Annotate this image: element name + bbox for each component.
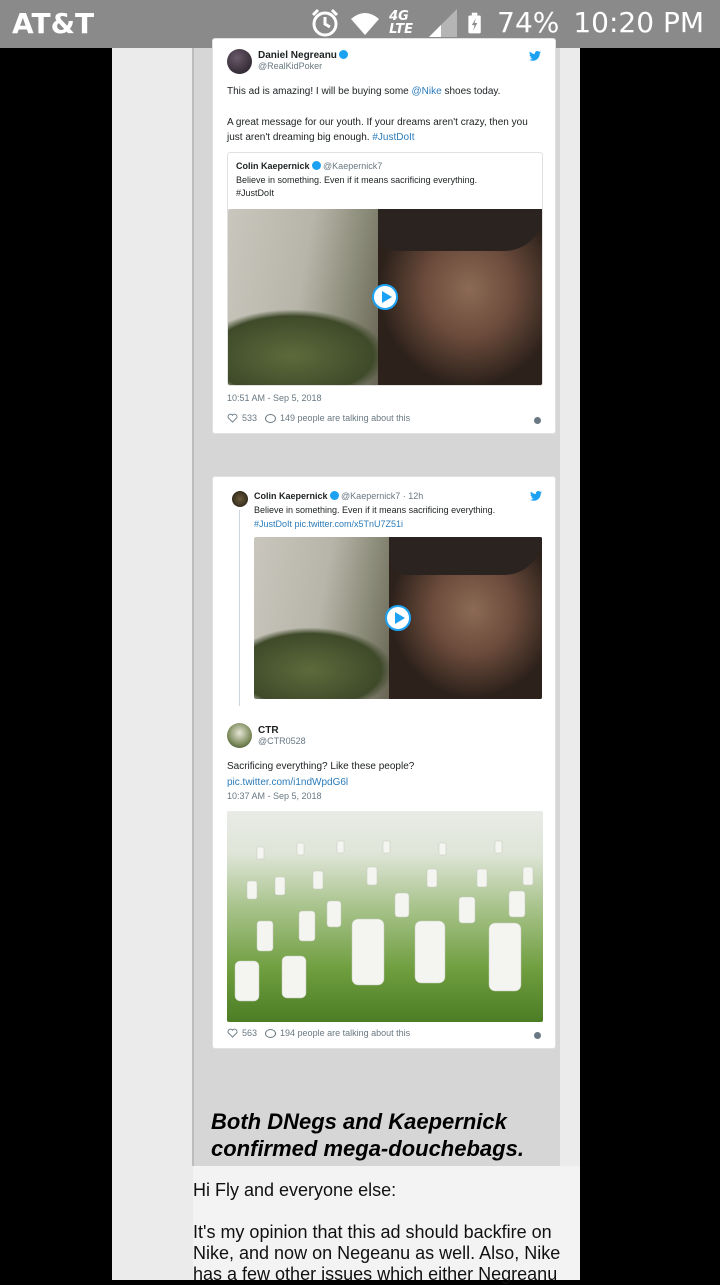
cap-shape xyxy=(378,209,542,251)
twitter-bird-icon[interactable] xyxy=(530,491,542,501)
thread-line xyxy=(239,510,240,706)
heart-icon[interactable] xyxy=(227,413,238,423)
author-handle[interactable]: @CTR0528 xyxy=(258,736,306,746)
signal-icon xyxy=(429,8,458,37)
pic-link[interactable]: pic.twitter.com/i1ndWpdG6l xyxy=(227,775,414,791)
author-name[interactable]: CTR xyxy=(258,725,306,736)
tweet-text-part: This ad is amazing! I will be buying som… xyxy=(227,86,412,97)
parent-author-handle[interactable]: @Kaepernick7 · 12h xyxy=(341,491,423,501)
info-icon[interactable] xyxy=(534,1032,541,1039)
quoted-author-name[interactable]: Colin Kaepernick xyxy=(236,161,310,171)
play-button-icon[interactable] xyxy=(385,605,411,631)
background-foliage xyxy=(228,309,388,385)
verified-icon xyxy=(311,161,321,170)
tweet-text: This ad is amazing! I will be buying som… xyxy=(227,84,545,145)
carrier-label: AT&T xyxy=(12,7,95,40)
talking-count[interactable]: 194 people are talking about this xyxy=(280,1028,410,1038)
alarm-icon xyxy=(312,8,339,36)
headstones-graphic xyxy=(234,840,534,1002)
heart-icon[interactable] xyxy=(227,1028,238,1038)
parent-text: Believe in something. Even if it means s… xyxy=(254,503,495,531)
twitter-bird-icon[interactable] xyxy=(529,51,541,61)
tweet-timestamp[interactable]: 10:37 AM - Sep 5, 2018 xyxy=(227,791,322,801)
like-count[interactable]: 563 xyxy=(242,1028,257,1038)
quote-emphasis-text: Both DNegs and Kaepernick confirmed mega… xyxy=(211,1109,524,1161)
video-thumbnail[interactable] xyxy=(228,209,542,385)
info-icon[interactable] xyxy=(534,417,541,424)
tweet-text-line: Sacrificing everything? Like these peopl… xyxy=(227,761,415,772)
quoted-text: Believe in something. Even if it means s… xyxy=(236,174,477,200)
tweet-footer: 533 149 people are talking about this xyxy=(227,413,410,423)
play-button-icon[interactable] xyxy=(372,284,398,310)
tweet-embed-ctr[interactable]: Colin Kaepernick @Kaepernick7 · 12h Beli… xyxy=(212,476,556,1049)
avatar[interactable] xyxy=(227,723,252,748)
quoted-text-line: Believe in something. Even if it means s… xyxy=(236,175,478,185)
parent-text-link[interactable]: #JustDoIt pic.twitter.com/x5TnU7Z51i xyxy=(254,517,495,531)
author-handle[interactable]: @RealKidPoker xyxy=(258,61,348,71)
parent-text-line: Believe in something. Even if it means s… xyxy=(254,505,496,515)
tweet-timestamp[interactable]: 10:51 AM - Sep 5, 2018 xyxy=(227,393,322,403)
avatar[interactable] xyxy=(227,49,252,74)
like-count[interactable]: 533 xyxy=(242,413,257,423)
mention-link[interactable]: @Nike xyxy=(412,86,442,97)
avatar[interactable] xyxy=(232,491,248,507)
verified-icon xyxy=(338,50,348,59)
quoted-author-handle[interactable]: @Kaepernick7 xyxy=(323,161,382,171)
battery-percent: 74% xyxy=(497,6,560,39)
quoted-tweet[interactable]: Colin Kaepernick @Kaepernick7 Believe in… xyxy=(227,152,543,386)
clock-time: 10:20 PM xyxy=(573,6,704,39)
status-icons: 4G LTE 74% 10:20 PM xyxy=(309,6,704,39)
network-type-label: 4G LTE xyxy=(389,8,414,37)
verified-icon xyxy=(329,491,339,500)
comment-icon[interactable] xyxy=(265,1028,277,1038)
cap-shape xyxy=(389,537,542,575)
talking-count[interactable]: 149 people are talking about this xyxy=(280,413,410,423)
author-name[interactable]: Daniel Negreanu xyxy=(258,50,337,61)
hashtag-link[interactable]: #JustDoIt xyxy=(372,132,414,143)
tweet-text-part: shoes today. xyxy=(441,86,501,97)
post-greeting: Hi Fly and everyone else: xyxy=(193,1180,397,1200)
background-foliage xyxy=(254,627,394,699)
video-thumbnail[interactable] xyxy=(254,537,542,699)
tweet-embed-negreanu[interactable]: Daniel Negreanu @RealKidPoker This ad is… xyxy=(212,38,556,434)
tweet-text: Sacrificing everything? Like these peopl… xyxy=(227,759,414,791)
comment-icon[interactable] xyxy=(265,413,277,423)
tweet-footer: 563 194 people are talking about this xyxy=(227,1028,410,1038)
parent-author-name[interactable]: Colin Kaepernick xyxy=(254,491,328,501)
post-body: Hi Fly and everyone else: It's my opinio… xyxy=(193,1166,580,1284)
battery-charging-icon xyxy=(468,12,481,33)
quoted-text-line: #JustDoIt xyxy=(236,188,275,198)
post-paragraph: It's my opinion that this ad should back… xyxy=(193,1222,561,1284)
photo-cemetery[interactable] xyxy=(227,811,543,1022)
wifi-icon xyxy=(351,12,380,35)
